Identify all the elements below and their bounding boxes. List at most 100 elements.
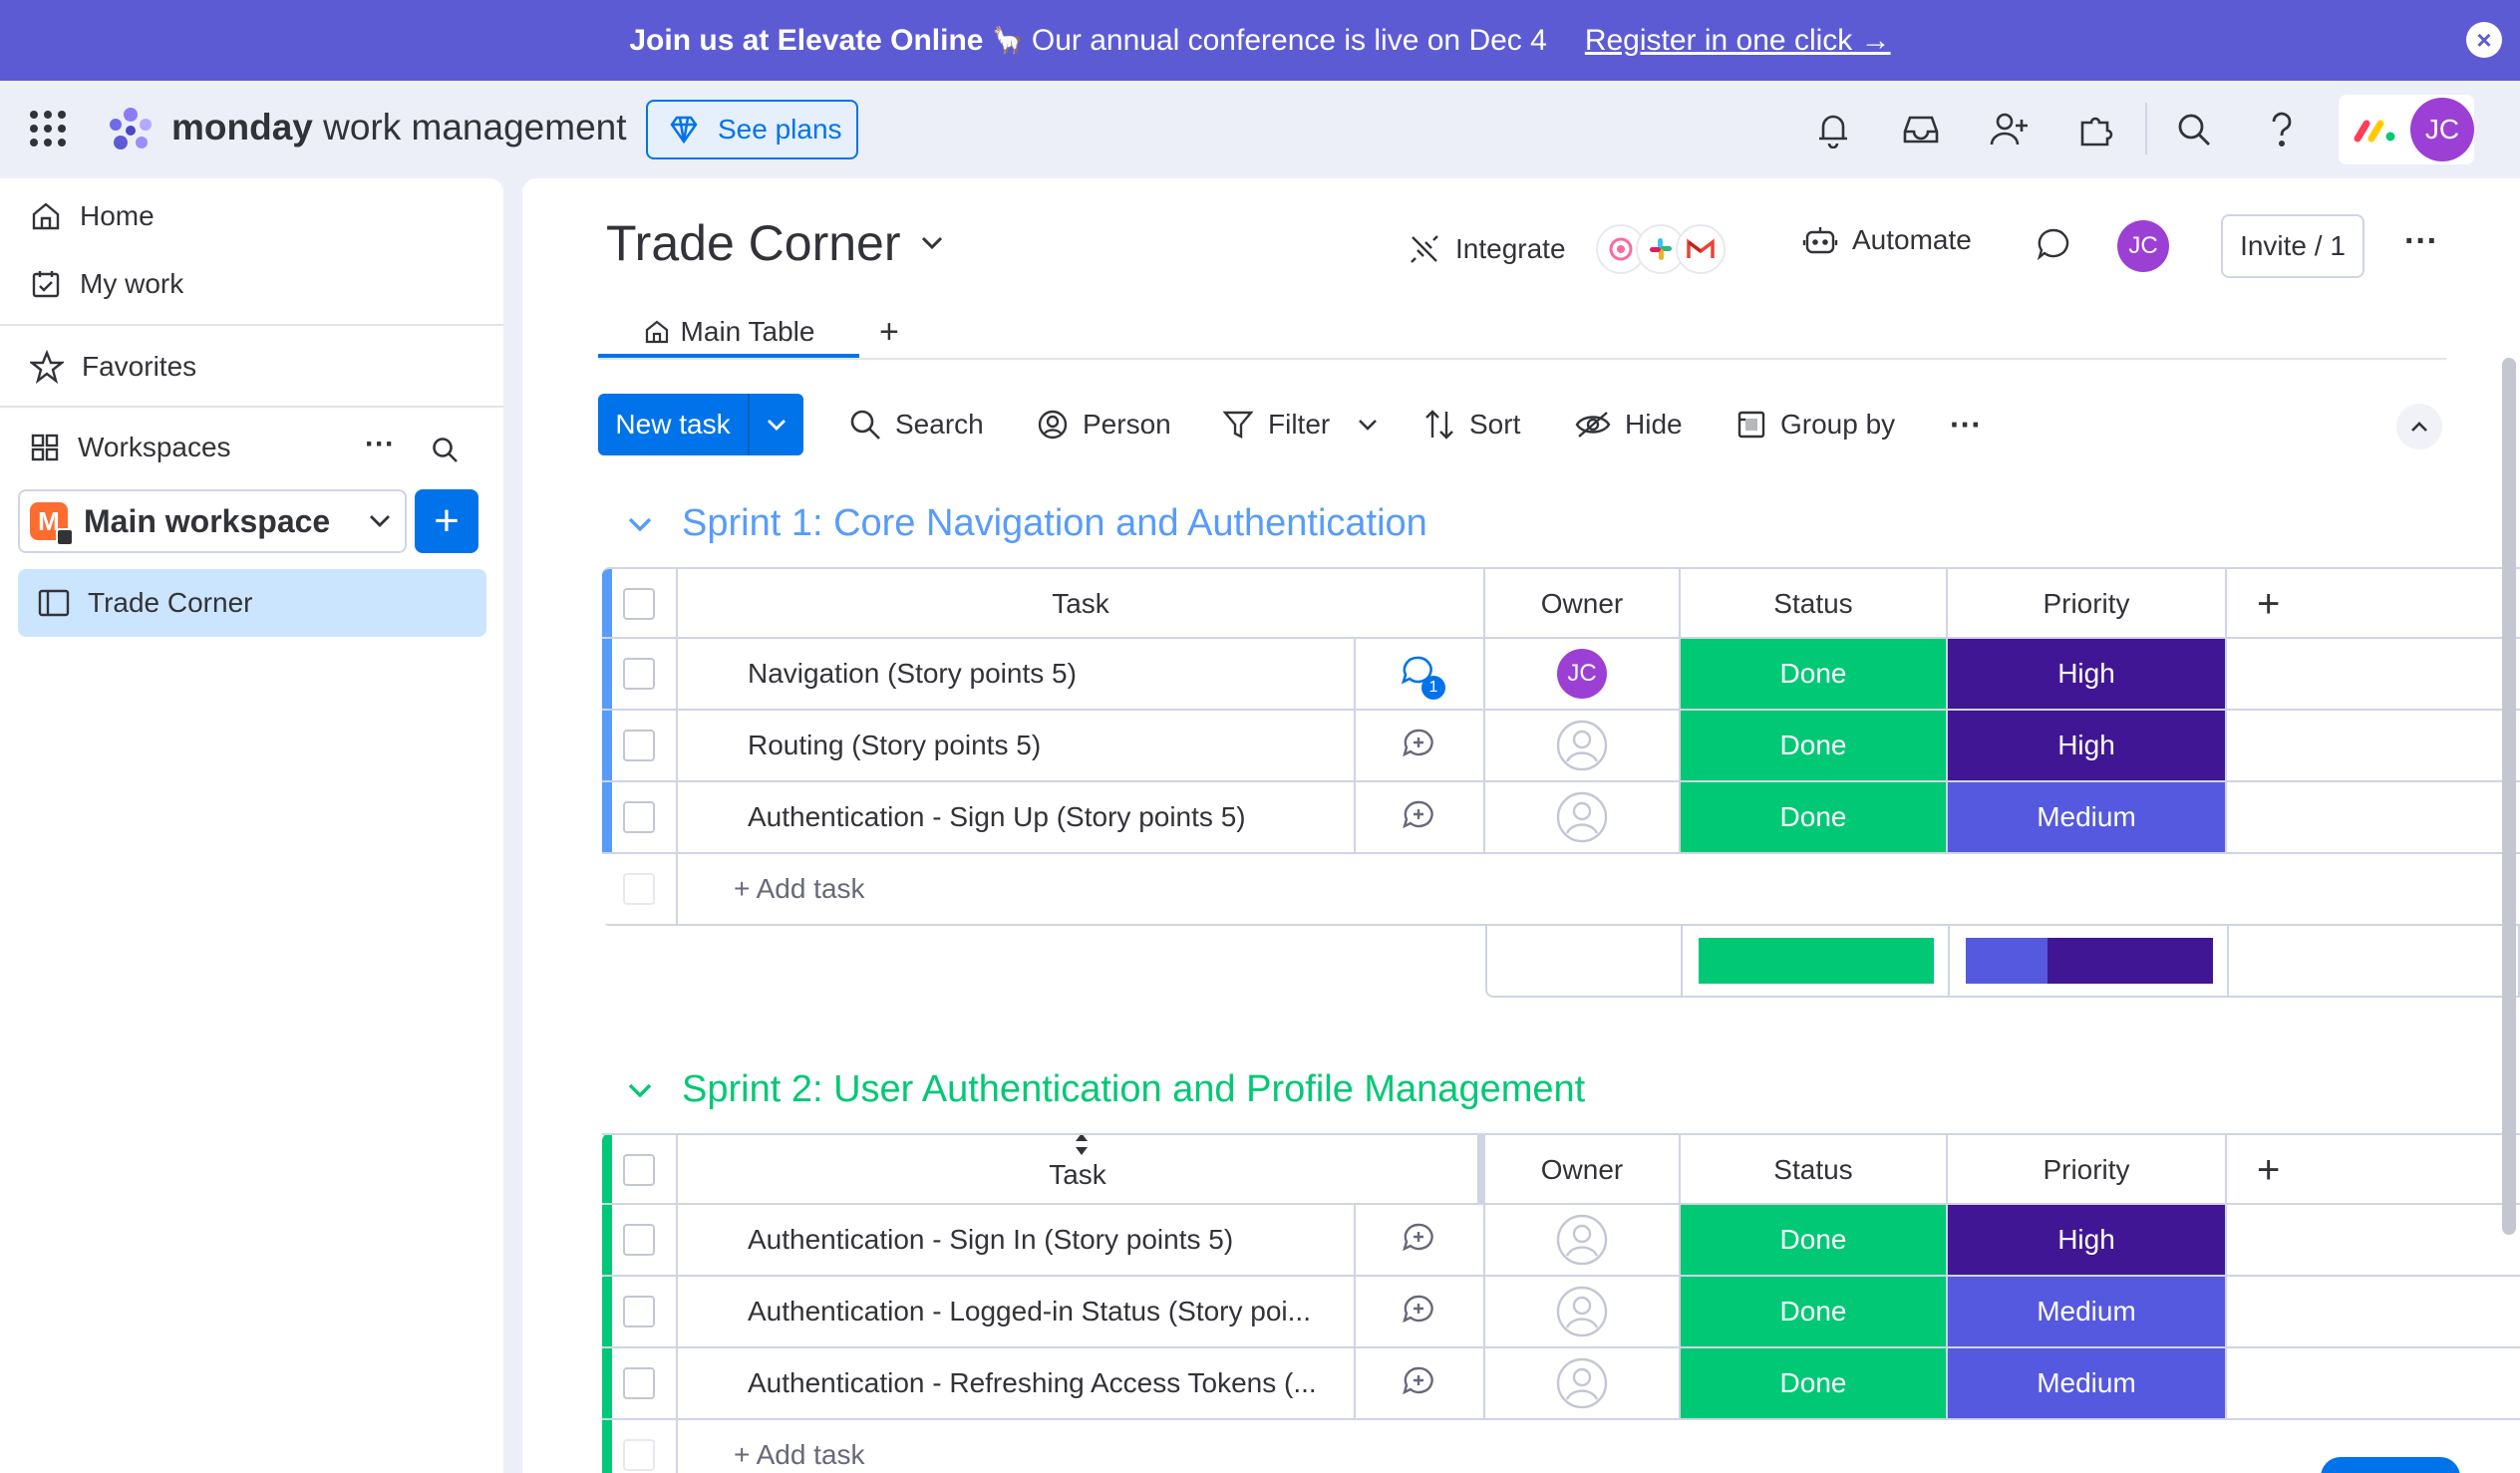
status-cell[interactable]: Done (1681, 1348, 1948, 1418)
row-checkbox[interactable] (623, 658, 655, 690)
column-header-task[interactable]: Task (678, 569, 1485, 639)
group-title[interactable]: Sprint 1: Core Navigation and Authentica… (626, 502, 1427, 545)
updates-cell[interactable] (1356, 1205, 1485, 1275)
table-row[interactable]: Authentication - Sign Up (Story points 5… (602, 782, 2520, 854)
resize-handle-icon[interactable] (1074, 1135, 1090, 1157)
add-task-input[interactable]: + Add task (678, 1420, 2520, 1473)
priority-cell[interactable]: Medium (1948, 1348, 2227, 1418)
sidebar-item-trade-corner[interactable]: Trade Corner (18, 569, 486, 637)
filter-button[interactable]: Filter (1222, 394, 1378, 455)
workspace-select[interactable]: M Main workspace (18, 489, 407, 553)
chevron-down-icon[interactable] (626, 1076, 654, 1104)
updates-cell[interactable] (1356, 1348, 1485, 1418)
updates-cell[interactable] (1356, 711, 1485, 780)
row-checkbox[interactable] (623, 1296, 655, 1327)
column-header-priority[interactable]: Priority (1948, 569, 2227, 639)
task-name[interactable]: Authentication - Logged-in Status (Story… (678, 1277, 1356, 1346)
add-workspace-button[interactable]: + (415, 489, 478, 553)
column-header-owner[interactable]: Owner (1485, 1135, 1681, 1205)
invite-members-icon[interactable] (1988, 109, 2030, 150)
workspaces-more-button[interactable]: ··· (365, 428, 395, 461)
person-filter-button[interactable]: Person (1037, 394, 1171, 455)
row-checkbox[interactable] (623, 730, 655, 761)
board-title[interactable]: Trade Corner (606, 214, 944, 272)
group-title[interactable]: Sprint 2: User Authentication and Profil… (626, 1068, 1585, 1111)
sidebar-item-my-work[interactable]: My work (30, 268, 183, 300)
status-cell[interactable]: Done (1681, 1277, 1948, 1346)
sidebar-item-favorites[interactable]: Favorites (30, 350, 196, 384)
task-name[interactable]: Authentication - Refreshing Access Token… (678, 1348, 1356, 1418)
owner-cell[interactable] (1485, 711, 1681, 780)
tab-main-table[interactable]: Main Table (598, 304, 859, 360)
board-member-avatar[interactable]: JC (2117, 220, 2169, 272)
search-icon[interactable] (431, 436, 459, 463)
add-task-input[interactable]: + Add task (678, 854, 2520, 924)
task-name[interactable]: Authentication - Sign Up (Story points 5… (678, 782, 1356, 852)
integrate-button[interactable]: Integrate (1408, 224, 1726, 274)
owner-cell[interactable] (1485, 1205, 1681, 1275)
table-row[interactable]: Navigation (Story points 5) 1 JC Done Hi… (602, 639, 2520, 711)
owner-cell[interactable]: JC (1485, 639, 1681, 709)
add-view-button[interactable]: + (879, 304, 899, 360)
status-cell[interactable]: Done (1681, 782, 1948, 852)
priority-cell[interactable]: Medium (1948, 782, 2227, 852)
table-row[interactable]: Authentication - Logged-in Status (Story… (602, 1277, 2520, 1348)
help-icon[interactable] (2261, 109, 2303, 150)
column-header-status[interactable]: Status (1681, 1135, 1948, 1205)
sidebar-item-workspaces[interactable]: Workspaces (30, 432, 231, 463)
status-cell[interactable]: Done (1681, 1205, 1948, 1275)
toolbar-more-button[interactable]: ··· (1950, 394, 1982, 455)
priority-cell[interactable]: High (1948, 1205, 2227, 1275)
invite-button[interactable]: Invite / 1 (2221, 214, 2364, 278)
updates-cell[interactable] (1356, 782, 1485, 852)
brand-name[interactable]: monday work management (171, 107, 627, 148)
board-more-button[interactable]: ··· (2404, 222, 2438, 261)
bell-icon[interactable] (1812, 109, 1854, 150)
chevron-down-icon[interactable] (626, 510, 654, 538)
status-summary[interactable] (1683, 926, 1950, 996)
vertical-scrollbar[interactable] (2502, 358, 2516, 1235)
group-by-button[interactable]: Group by (1736, 394, 1895, 455)
comment-icon[interactable] (2036, 226, 2071, 262)
add-column-button[interactable]: + (2227, 1135, 2520, 1205)
task-name[interactable]: Authentication - Sign In (Story points 5… (678, 1205, 1356, 1275)
column-header-owner[interactable]: Owner (1485, 569, 1681, 639)
table-row[interactable]: Routing (Story points 5) Done High (602, 711, 2520, 782)
row-checkbox[interactable] (623, 1367, 655, 1399)
automate-button[interactable]: Automate (1802, 224, 1972, 256)
priority-cell[interactable]: High (1948, 639, 2227, 709)
status-cell[interactable]: Done (1681, 639, 1948, 709)
chevron-down-icon[interactable] (750, 394, 803, 455)
inbox-icon[interactable] (1900, 109, 1942, 150)
search-icon[interactable] (2173, 109, 2215, 150)
select-all-checkbox[interactable] (623, 1154, 655, 1186)
task-name[interactable]: Routing (Story points 5) (678, 711, 1356, 780)
add-column-button[interactable]: + (2227, 569, 2520, 639)
column-header-task[interactable]: Task (678, 1135, 1485, 1205)
task-name[interactable]: Navigation (Story points 5) (678, 639, 1356, 709)
table-row[interactable]: Authentication - Sign In (Story points 5… (602, 1205, 2520, 1277)
owner-cell[interactable] (1485, 1277, 1681, 1346)
integrations-puzzle-icon[interactable] (2075, 109, 2117, 150)
owner-cell[interactable] (1485, 1348, 1681, 1418)
see-plans-button[interactable]: See plans (646, 100, 858, 159)
sidebar-item-home[interactable]: Home (30, 200, 155, 232)
status-cell[interactable]: Done (1681, 711, 1948, 780)
priority-cell[interactable]: High (1948, 711, 2227, 780)
owner-cell[interactable] (1485, 782, 1681, 852)
close-icon[interactable]: × (2466, 22, 2502, 58)
sort-button[interactable]: Sort (1423, 394, 1520, 455)
apps-grid-icon[interactable] (28, 109, 68, 148)
chevron-down-icon[interactable] (1358, 419, 1378, 431)
column-header-priority[interactable]: Priority (1948, 1135, 2227, 1205)
select-all-checkbox[interactable] (623, 588, 655, 620)
search-button[interactable]: Search (849, 394, 984, 455)
monday-logo-icon[interactable] (104, 105, 158, 152)
new-task-button[interactable]: New task (598, 394, 803, 455)
priority-summary[interactable] (1950, 926, 2229, 996)
priority-cell[interactable]: Medium (1948, 1277, 2227, 1346)
row-checkbox[interactable] (623, 1224, 655, 1256)
updates-cell[interactable] (1356, 1277, 1485, 1346)
help-floating-button[interactable] (2321, 1457, 2460, 1473)
column-header-status[interactable]: Status (1681, 569, 1948, 639)
